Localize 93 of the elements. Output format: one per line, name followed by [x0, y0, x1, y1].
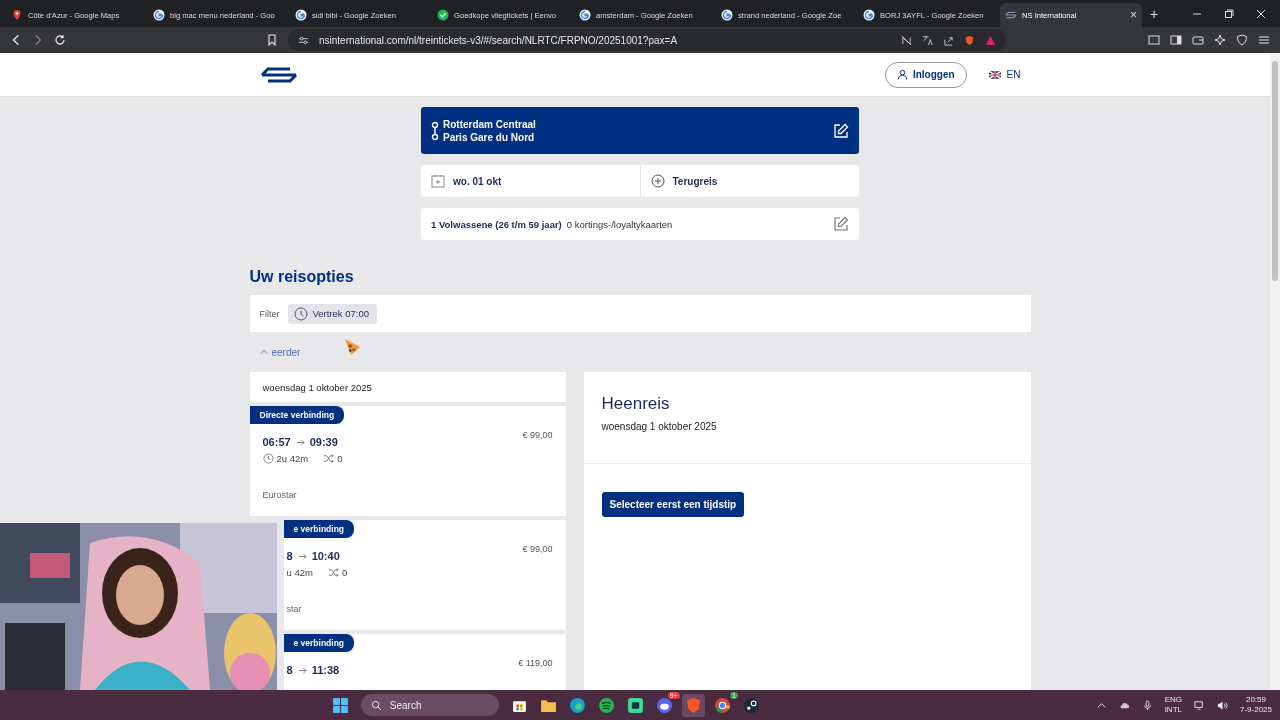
date-field[interactable]: wo. 01 okt [421, 165, 640, 197]
new-tab-button[interactable]: + [1150, 5, 1159, 22]
clock[interactable]: 20:59 7-9-2025 [1239, 695, 1272, 715]
filter-chip[interactable]: Vertrek 07:00 [287, 303, 377, 324]
arrow-icon [295, 437, 305, 447]
arrival-time: 09:39 [309, 436, 338, 448]
triangle-icon[interactable] [985, 34, 996, 46]
language-selector[interactable]: EN [988, 69, 1021, 80]
wallet-icon[interactable] [1192, 34, 1204, 46]
transfer-count: 0 [341, 567, 348, 578]
network-icon[interactable] [1193, 699, 1205, 711]
shuffle-icon [323, 453, 335, 464]
departure-time: 06:57 [262, 436, 291, 448]
departure-station: Rotterdam Centraal [443, 118, 536, 130]
price: € 99,00 [522, 430, 553, 440]
bookmark-icon[interactable] [266, 34, 278, 46]
taskbar-search-field[interactable]: Search [360, 694, 499, 716]
direct-badge: e verbinding [283, 634, 355, 652]
direct-badge: Directe verbinding [249, 406, 345, 424]
site-settings-icon [298, 34, 309, 46]
filter-label: Filter [259, 308, 280, 319]
caret-icon [259, 349, 268, 355]
clock-icon [262, 453, 274, 464]
hint-tooltip: Selecteer eerst een tijdstip [601, 492, 745, 517]
menu-icon[interactable] [1258, 34, 1270, 46]
scrollbar-thumb[interactable] [1272, 61, 1278, 281]
duration: u 42m [286, 567, 313, 578]
operator: star [286, 604, 303, 614]
departure-time: 8 [286, 664, 293, 676]
flag-icon [988, 70, 1001, 79]
back-icon[interactable] [10, 34, 22, 46]
arrow-icon [297, 665, 307, 675]
calendar-icon [431, 174, 445, 188]
section-title: Uw reisopties [249, 268, 355, 286]
google-icon [153, 9, 165, 21]
edge-icon[interactable] [568, 696, 586, 714]
pizza-cursor-icon [343, 337, 361, 357]
operator: Eurostar [262, 490, 298, 500]
search-icon [370, 699, 382, 711]
reload-icon[interactable] [54, 34, 66, 46]
google-icon [863, 9, 875, 21]
price: € 99,00 [522, 544, 553, 554]
journey-card[interactable]: Directe verbinding 06:57 09:39 € 99,00 2u 42m 0 Eurostar [249, 406, 566, 516]
detail-title: Heenreis [601, 394, 671, 414]
user-icon [896, 69, 908, 80]
close-icon[interactable] [1256, 8, 1266, 19]
transfer-count: 0 [337, 453, 343, 464]
share-icon[interactable] [943, 34, 954, 46]
route-card[interactable]: Rotterdam Centraal Paris Gare du Nord [421, 107, 859, 154]
close-tab-button[interactable]: × [1130, 8, 1137, 22]
restore-icon[interactable] [1224, 8, 1234, 19]
start-icon[interactable] [331, 696, 349, 714]
price: € 119,00 [518, 658, 553, 668]
sidebar-icon[interactable] [1170, 34, 1182, 46]
direct-badge: e verbinding [283, 520, 355, 538]
day-heading: woensdag 1 oktober 2025 [249, 372, 566, 402]
screenshot-icon[interactable] [1148, 34, 1160, 46]
arrow-icon [297, 551, 307, 561]
passenger-count: 1 Volwassene (26 t/m 59 jaar) [431, 218, 562, 230]
detail-date: woensdag 1 oktober 2025 [601, 421, 718, 432]
ns-logo-icon [1005, 9, 1017, 21]
shuffle-icon [327, 567, 339, 578]
earlier-link[interactable]: eerder [259, 346, 301, 358]
route-icon [431, 120, 439, 141]
arrival-station: Paris Gare du Nord [443, 131, 536, 143]
journey-card[interactable]: e verbinding 8 10:40 € 99,00 u 42m 0 star [283, 520, 566, 630]
microphone-icon[interactable] [1141, 699, 1153, 711]
journey-card[interactable]: e verbinding 8 11:38 € 119,00 [283, 634, 566, 690]
app-icon[interactable] [626, 696, 644, 714]
clock-icon [293, 306, 308, 321]
arrival-time: 10:40 [311, 550, 340, 562]
duration: 2u 42m [276, 453, 309, 464]
chrome-icon[interactable] [713, 696, 731, 714]
return-trip-button[interactable]: Terugreis [639, 165, 859, 197]
map-pin-icon [11, 9, 23, 21]
google-icon [295, 9, 307, 21]
address-field[interactable]: nsinternational.com/nl/treintickets-v3/#/search/NLRTC/FRPNO/20251001?pax=A [288, 29, 1006, 51]
music-icon[interactable] [597, 696, 615, 714]
discount-cards: 0 kortings-/loyaltykaarten [566, 218, 673, 230]
steam-icon[interactable] [742, 696, 760, 714]
forward-icon[interactable] [32, 34, 44, 46]
google-icon [579, 9, 591, 21]
login-button[interactable]: Inloggen [884, 61, 967, 88]
input-language[interactable]: ENG INTL [1164, 695, 1182, 715]
translate-icon[interactable] [922, 34, 933, 46]
plus-icon [650, 174, 665, 188]
arrival-time: 11:38 [311, 664, 340, 676]
chat-icon[interactable] [655, 696, 673, 714]
sparkle-icon[interactable] [1214, 34, 1226, 46]
speaker-icon[interactable] [1216, 699, 1228, 711]
google-icon [721, 9, 733, 21]
departure-time: 8 [286, 550, 293, 562]
shield-icon[interactable] [1236, 34, 1248, 46]
